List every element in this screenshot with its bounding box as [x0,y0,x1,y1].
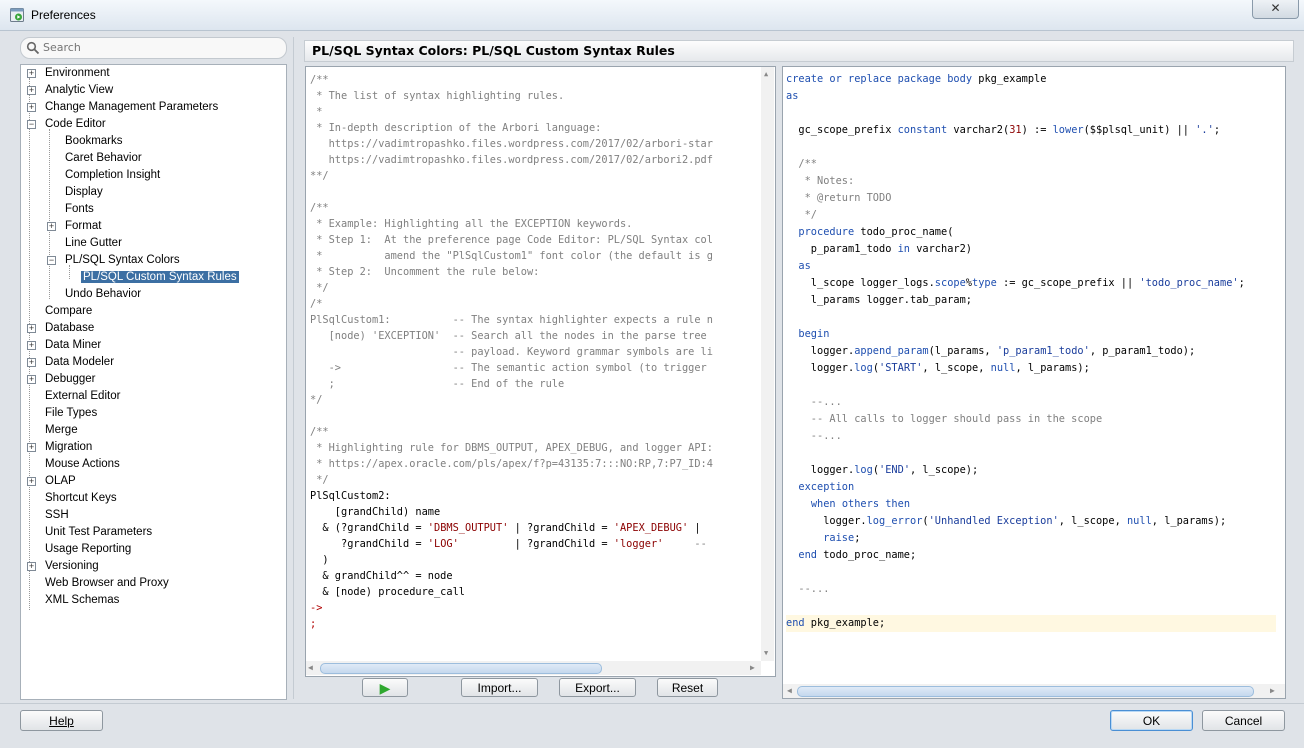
expand-icon[interactable]: + [27,477,36,486]
tree-item-web-browser-proxy[interactable]: Web Browser and Proxy [43,575,171,592]
tree-item-completion-insight[interactable]: Completion Insight [63,167,162,184]
reset-button[interactable]: Reset [657,678,718,697]
tree-connector [49,129,50,299]
tree-item-plsql-syntax-colors[interactable]: − PL/SQL Syntax Colors [47,252,182,269]
tree-item-format[interactable]: + Format [47,218,103,235]
close-button[interactable]: ✕ [1252,0,1299,19]
import-button[interactable]: Import... [461,678,538,697]
tree-item-unit-test-parameters[interactable]: Unit Test Parameters [43,524,154,541]
collapse-icon[interactable]: − [27,120,36,129]
scroll-up-icon[interactable]: ▲ [764,70,768,78]
splitter[interactable] [293,37,294,699]
tree-item-ssh[interactable]: SSH [43,507,71,524]
left-panel: +Environment +Analytic View +Change Mana… [20,37,287,700]
tree-item-data-modeler[interactable]: + Data Modeler [27,354,116,371]
tree-item-migration[interactable]: + Migration [27,439,94,456]
scroll-right-icon[interactable]: ▶ [750,663,755,672]
expand-icon[interactable]: + [27,324,36,333]
tree-item-bookmarks[interactable]: Bookmarks [63,133,125,150]
tree-item-debugger[interactable]: + Debugger [27,371,98,388]
tree-item-database[interactable]: + Database [27,320,96,337]
preferences-app-icon [10,8,24,22]
tree-item-code-editor[interactable]: − Code Editor [27,116,108,133]
tree-item-line-gutter[interactable]: Line Gutter [63,235,124,252]
tree-item-environment[interactable]: + Environment [27,65,112,82]
tree-item-external-editor[interactable]: External Editor [43,388,122,405]
rules-code[interactable]: /** * The list of syntax highlighting ru… [310,72,713,632]
help-button[interactable]: Help [20,710,103,731]
search-box [20,37,287,59]
scroll-thumb[interactable] [320,663,602,674]
tree-item-usage-reporting[interactable]: Usage Reporting [43,541,133,558]
search-icon [26,41,40,55]
tree-item-analytic-view[interactable]: + Analytic View [27,82,115,99]
title-bar: Preferences ✕ [0,0,1304,31]
scroll-right-icon[interactable]: ▶ [1270,686,1275,695]
tree-item-display[interactable]: Display [63,184,105,201]
run-button[interactable]: ▶ [362,678,408,697]
expand-icon[interactable]: + [27,103,36,112]
expand-icon[interactable]: + [27,341,36,350]
ok-button[interactable]: OK [1110,710,1193,731]
tree-item-caret-behavior[interactable]: Caret Behavior [63,150,144,167]
vertical-scrollbar[interactable]: ▲ ▼ [761,67,774,661]
search-input[interactable] [43,40,278,55]
tree-item-xml-schemas[interactable]: XML Schemas [43,592,121,609]
tree-item-shortcut-keys[interactable]: Shortcut Keys [43,490,119,507]
bottom-separator [0,703,1304,704]
cancel-button[interactable]: Cancel [1202,710,1285,731]
scroll-left-icon[interactable]: ◀ [308,663,313,672]
page-title: PL/SQL Syntax Colors: PL/SQL Custom Synt… [304,40,1294,62]
run-icon: ▶ [379,680,391,696]
tree-item-mouse-actions[interactable]: Mouse Actions [43,456,122,473]
close-icon: ✕ [1270,1,1281,15]
preview-code[interactable]: create or replace package body pkg_examp… [786,71,1276,632]
expand-icon[interactable]: + [27,358,36,367]
tree-item-data-miner[interactable]: + Data Miner [27,337,103,354]
scroll-left-icon[interactable]: ◀ [787,686,792,695]
tree-item-change-management[interactable]: + Change Management Parameters [27,99,220,116]
expand-icon[interactable]: + [47,222,56,231]
tree-item-merge[interactable]: Merge [43,422,80,439]
expand-icon[interactable]: + [27,69,36,78]
horizontal-scrollbar[interactable]: ◀ ▶ [783,684,1285,698]
preferences-tree: + Environment + Analytic View + Change Mana… [20,64,287,700]
custom-rules-editor[interactable]: /** * The list of syntax highlighting ru… [305,66,776,677]
window-title: Preferences [31,8,96,22]
scroll-down-icon[interactable]: ▼ [764,649,768,657]
expand-icon[interactable]: + [27,562,36,571]
tree-item-fonts[interactable]: Fonts [63,201,96,218]
tree-item-file-types[interactable]: File Types [43,405,99,422]
collapse-icon[interactable]: − [47,256,56,265]
preview-editor[interactable]: create or replace package body pkg_examp… [782,66,1286,699]
expand-icon[interactable]: + [27,375,36,384]
tree-item-versioning[interactable]: + Versioning [27,558,101,575]
scroll-thumb[interactable] [797,686,1254,697]
tree-item-compare[interactable]: Compare [43,303,94,320]
export-button[interactable]: Export... [559,678,636,697]
tree-item-undo-behavior[interactable]: Undo Behavior [63,286,143,303]
horizontal-scrollbar[interactable]: ◀ ▶ [306,661,761,675]
expand-icon[interactable]: + [27,443,36,452]
tree-item-plsql-custom-syntax-rules[interactable]: PL/SQL Custom Syntax Rules [81,269,239,286]
expand-icon[interactable]: + [27,86,36,95]
tree-item-olap[interactable]: + OLAP [27,473,78,490]
